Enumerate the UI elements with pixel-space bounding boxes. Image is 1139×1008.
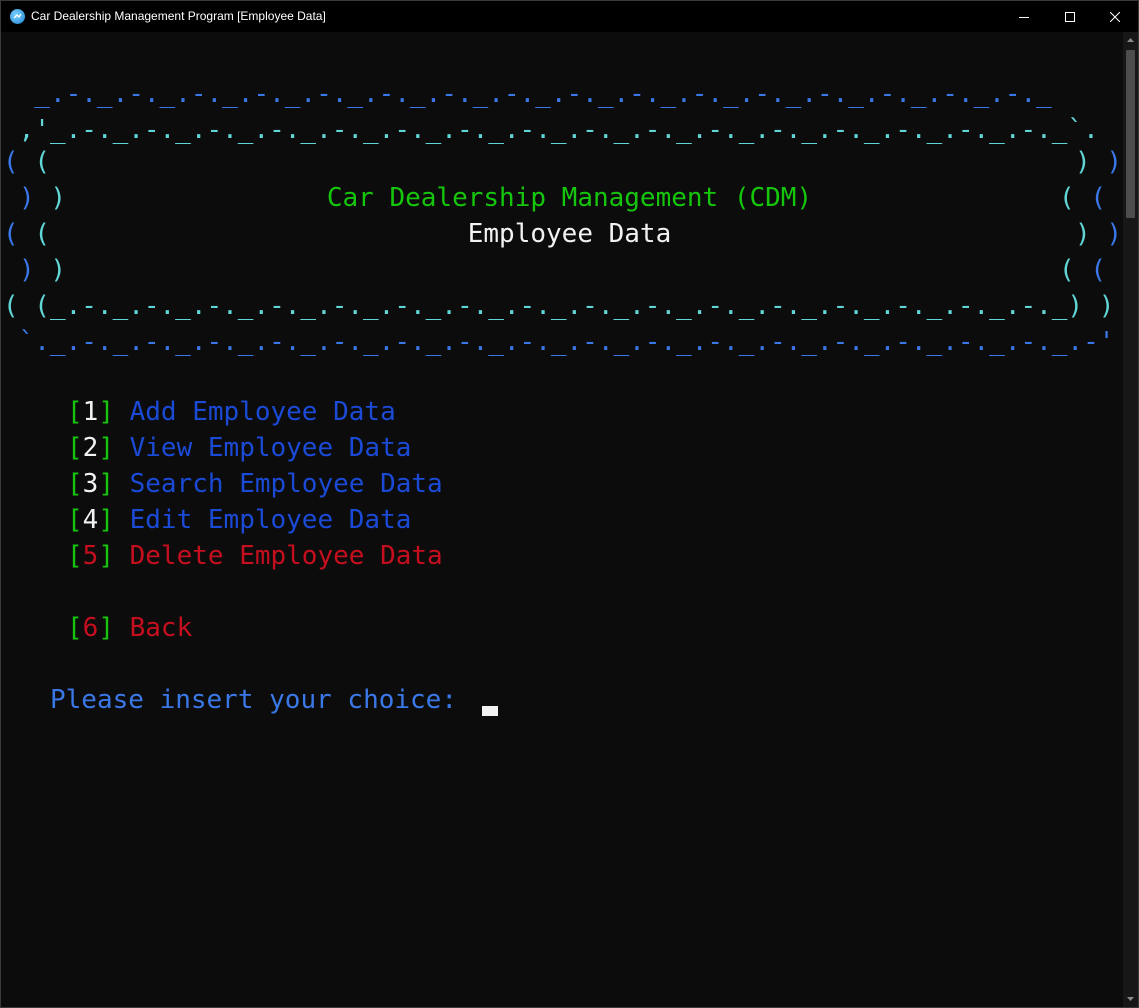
banner-bottom-edge-2: `._.-._.-._.-._.-._.-._.-._.-._.-._.-._.… xyxy=(3,327,1115,357)
console-output[interactable]: _.-._.-._.-._.-._.-._.-._.-._.-._.-._.-.… xyxy=(1,32,1123,1007)
vertical-scrollbar[interactable] xyxy=(1123,32,1138,1007)
chevron-up-icon xyxy=(1127,38,1134,42)
maximize-icon xyxy=(1065,11,1075,22)
input-cursor[interactable] xyxy=(482,706,498,716)
minimize-icon xyxy=(1019,16,1029,18)
menu-item-edit-employee[interactable]: [4] Edit Employee Data xyxy=(67,502,411,538)
minimize-button[interactable] xyxy=(1001,1,1047,32)
title-bar[interactable]: Car Dealership Management Program [Emplo… xyxy=(1,1,1138,32)
banner-title: Car Dealership Management (CDM) xyxy=(326,183,813,213)
terminal-window: Car Dealership Management Program [Emplo… xyxy=(0,0,1139,1008)
menu-item-search-employee[interactable]: [3] Search Employee Data xyxy=(67,466,443,502)
scrollbar-thumb[interactable] xyxy=(1126,50,1135,218)
banner-top-edge-2: ,'_.-._.-._.-._.-._.-._.-._.-._.-._.-._.… xyxy=(3,115,1099,145)
choice-prompt: Please insert your choice: xyxy=(50,685,473,715)
app-icon xyxy=(10,9,25,24)
menu-item-delete-employee[interactable]: [5] Delete Employee Data xyxy=(67,538,443,574)
scroll-up-button[interactable] xyxy=(1123,32,1138,48)
close-icon xyxy=(1110,11,1120,22)
menu-item-view-employee[interactable]: [2] View Employee Data xyxy=(67,430,411,466)
scroll-down-button[interactable] xyxy=(1123,991,1138,1007)
banner-top-edge-1: _.-._.-._.-._.-._.-._.-._.-._.-._.-._.-.… xyxy=(3,79,1052,109)
maximize-button[interactable] xyxy=(1047,1,1093,32)
banner-side-row-4: ) ) xyxy=(19,255,66,285)
banner-side-row-1: ( ( xyxy=(3,147,50,177)
banner-side-row-1-right: ) ) xyxy=(1075,147,1122,177)
banner-bottom-edge-1: ( (_.-._.-._.-._.-._.-._.-._.-._.-._.-._… xyxy=(3,291,1115,321)
chevron-down-icon xyxy=(1127,997,1134,1001)
menu-item-add-employee[interactable]: [1] Add Employee Data xyxy=(67,394,396,430)
menu-item-back[interactable]: [6] Back xyxy=(67,610,192,646)
close-button[interactable] xyxy=(1092,1,1138,32)
banner-side-row-4-right: ( ( xyxy=(1059,255,1106,285)
page-title: Employee Data xyxy=(467,219,672,249)
window-title: Car Dealership Management Program [Emplo… xyxy=(31,9,326,23)
